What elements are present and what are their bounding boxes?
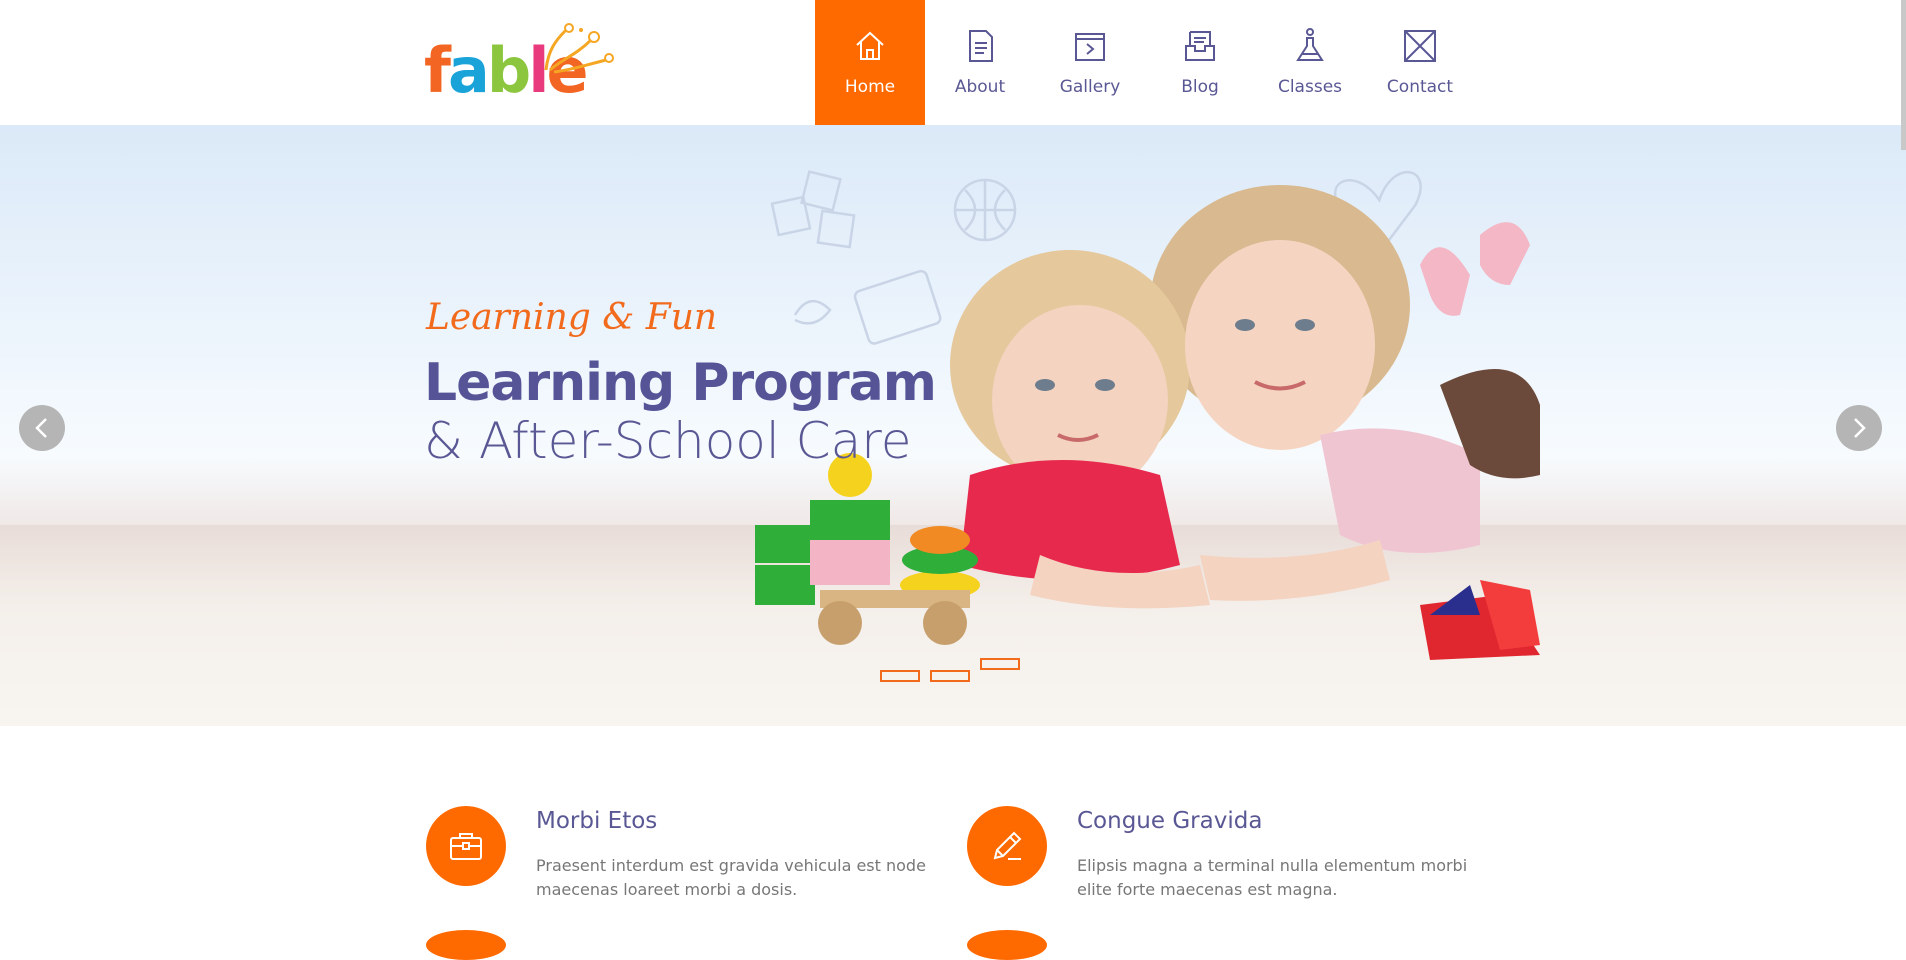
pencil-icon [993, 831, 1022, 860]
feature-card-1: Morbi Etos Praesent interdum est gravida… [426, 806, 926, 916]
chevron-left-icon [35, 418, 47, 438]
nav-item-blog[interactable]: Blog [1145, 0, 1255, 125]
slider-dot-2[interactable] [930, 670, 970, 682]
briefcase-icon [450, 833, 482, 860]
feature-icon-circle-partial [967, 930, 1047, 960]
home-icon [856, 31, 884, 60]
nav-item-about[interactable]: About [925, 0, 1035, 125]
splash-icon [544, 23, 614, 74]
nav-label-contact: Contact [1386, 77, 1454, 97]
main-nav: Home About Gallery Blog Classes Contact [815, 0, 1475, 125]
gallery-icon [1075, 33, 1105, 61]
page-scrollbar[interactable] [1901, 0, 1906, 150]
feature-icon-circle [967, 806, 1047, 886]
site-logo[interactable]: fable [424, 20, 624, 110]
nav-item-classes[interactable]: Classes [1255, 0, 1365, 125]
site-header: fable Home About Gallery Blog Classes Co… [0, 0, 1906, 125]
slider-prev-button[interactable] [19, 405, 65, 451]
nav-label-blog: Blog [1181, 77, 1219, 97]
slider-dot-3[interactable] [980, 658, 1020, 670]
nav-item-gallery[interactable]: Gallery [1035, 0, 1145, 125]
slider-dot-1[interactable] [880, 670, 920, 682]
feature-icon-circle-partial [426, 930, 506, 960]
inbox-icon [1185, 31, 1215, 61]
feature-text: Elipsis magna a terminal nulla elementum… [1077, 856, 1468, 899]
chevron-right-icon [1854, 418, 1866, 438]
nav-label-gallery: Gallery [1059, 77, 1121, 97]
feature-title: Morbi Etos [536, 808, 658, 834]
feature-title: Congue Gravida [1077, 808, 1263, 834]
hero-subtitle: Learning & Fun [426, 297, 718, 338]
slider-next-button[interactable] [1836, 405, 1882, 451]
nav-item-home[interactable]: Home [815, 0, 925, 125]
feature-text: Praesent interdum est gravida vehicula e… [536, 856, 926, 899]
nav-label-home: Home [844, 77, 896, 97]
slider-pagination [880, 658, 1030, 682]
hero-slider: Learning & Fun Learning Program & After-… [0, 125, 1906, 726]
feature-icon-circle [426, 806, 506, 886]
flask-icon [1296, 28, 1324, 61]
hero-title: Learning Program [424, 353, 937, 413]
nav-label-classes: Classes [1277, 77, 1343, 97]
envelope-icon [1404, 30, 1436, 62]
feature-card-2: Congue Gravida Elipsis magna a terminal … [967, 806, 1467, 916]
hero-title-secondary: & After-School Care [424, 412, 912, 470]
nav-item-contact[interactable]: Contact [1365, 0, 1475, 125]
document-icon [969, 30, 993, 62]
nav-label-about: About [954, 77, 1006, 97]
